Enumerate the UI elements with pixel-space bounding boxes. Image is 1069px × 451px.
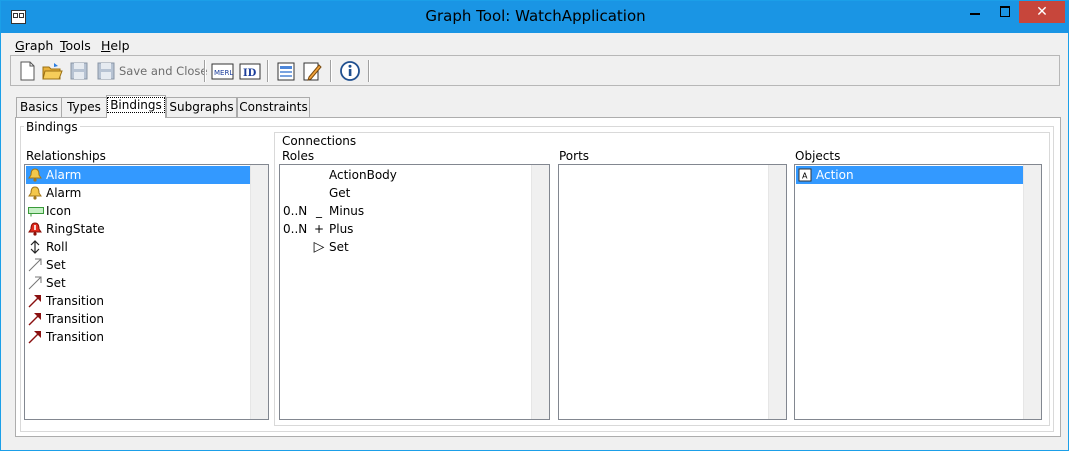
list-item[interactable]: 0..N + Plus — [281, 220, 534, 238]
list-item[interactable]: Roll — [26, 238, 253, 256]
list-item[interactable]: Transition — [26, 310, 253, 328]
roles-label: Roles — [282, 149, 315, 163]
list-item[interactable]: Set — [26, 256, 253, 274]
list-item[interactable]: A Action — [796, 166, 1026, 184]
connections-group-label: Connections — [280, 134, 359, 148]
list-item[interactable]: ▷ Set — [281, 238, 534, 256]
roles-scrollbar[interactable] — [531, 165, 549, 419]
close-icon: ✕ — [1036, 4, 1048, 20]
list-item[interactable]: Get — [281, 184, 534, 202]
tab-bindings[interactable]: Bindings — [106, 95, 166, 118]
save-close-icon[interactable] — [95, 60, 117, 82]
properties-icon[interactable] — [275, 60, 297, 82]
relationships-list[interactable]: Alarm Alarm Icon RingState Roll Set Set … — [24, 164, 269, 420]
list-item[interactable]: Alarm — [26, 166, 253, 184]
open-folder-icon[interactable] — [41, 60, 63, 82]
list-item[interactable]: Icon — [26, 202, 253, 220]
tab-subgraphs[interactable]: Subgraphs — [166, 97, 237, 117]
ports-label: Ports — [559, 149, 590, 163]
close-button[interactable]: ✕ — [1019, 1, 1065, 23]
id-icon[interactable]: ID — [239, 60, 261, 82]
objects-label: Objects — [795, 149, 841, 163]
tab-types[interactable]: Types — [61, 97, 107, 117]
bindings-panel: Bindings Relationships Connections Roles… — [15, 117, 1061, 437]
objects-scrollbar[interactable] — [1023, 165, 1041, 419]
relationships-scrollbar[interactable] — [250, 165, 268, 419]
list-item[interactable]: Transition — [26, 292, 253, 310]
list-item[interactable]: Transition — [26, 328, 253, 346]
green-rect-icon — [28, 204, 44, 218]
toolbar-separator — [204, 60, 206, 82]
list-item[interactable]: 0..N _ Minus — [281, 202, 534, 220]
bell-icon — [28, 168, 42, 182]
edit-icon[interactable] — [301, 60, 323, 82]
double-arrow-icon — [28, 240, 42, 254]
info-icon[interactable] — [339, 60, 361, 82]
title-bar[interactable]: Graph Tool: WatchApplication ✕ — [1, 1, 1069, 33]
menu-tools[interactable]: Tools — [60, 38, 91, 53]
arrow-diagonal-icon — [28, 258, 42, 272]
save-and-close-button[interactable]: Save and Close — [119, 64, 208, 78]
list-item[interactable]: Alarm — [26, 184, 253, 202]
relationships-label: Relationships — [26, 149, 106, 163]
window-frame: Graph Tool: WatchApplication ✕ Graph Too… — [0, 0, 1069, 451]
ports-list[interactable] — [558, 164, 787, 420]
ports-scrollbar[interactable] — [768, 165, 786, 419]
objects-list[interactable]: A Action — [794, 164, 1042, 420]
list-item[interactable]: ActionBody — [281, 166, 534, 184]
tab-constraints[interactable]: Constraints — [237, 97, 310, 117]
new-document-icon[interactable] — [16, 60, 38, 82]
save-icon[interactable] — [68, 60, 90, 82]
tab-basics[interactable]: Basics — [16, 97, 62, 117]
merl-icon[interactable]: MERL — [211, 60, 235, 82]
toolbar-separator — [330, 60, 332, 82]
toolbar-separator — [368, 60, 370, 82]
bindings-group-label: Bindings — [24, 120, 80, 134]
minimize-button[interactable] — [961, 1, 989, 23]
menu-graph[interactable]: Graph — [15, 38, 53, 53]
toolbar: Save and Close MERL ID — [10, 55, 1060, 86]
red-warning-icon — [28, 222, 42, 236]
object-a-icon: A — [798, 168, 812, 182]
bell-icon — [28, 186, 42, 200]
red-arrow-icon — [28, 312, 42, 326]
arrow-diagonal-icon — [28, 276, 42, 290]
roles-list[interactable]: ActionBody Get 0..N _ Minus 0..N + Plus … — [279, 164, 550, 420]
toolbar-separator — [267, 60, 269, 82]
red-arrow-icon — [28, 294, 42, 308]
window-title: Graph Tool: WatchApplication — [425, 7, 646, 25]
menu-help[interactable]: Help — [101, 38, 130, 53]
svg-text:ID: ID — [243, 68, 257, 79]
red-arrow-icon — [28, 330, 42, 344]
maximize-button[interactable] — [992, 1, 1018, 23]
list-item[interactable]: Set — [26, 274, 253, 292]
list-item[interactable]: RingState — [26, 220, 253, 238]
svg-text:MERL: MERL — [214, 69, 233, 77]
svg-text:A: A — [802, 172, 808, 181]
